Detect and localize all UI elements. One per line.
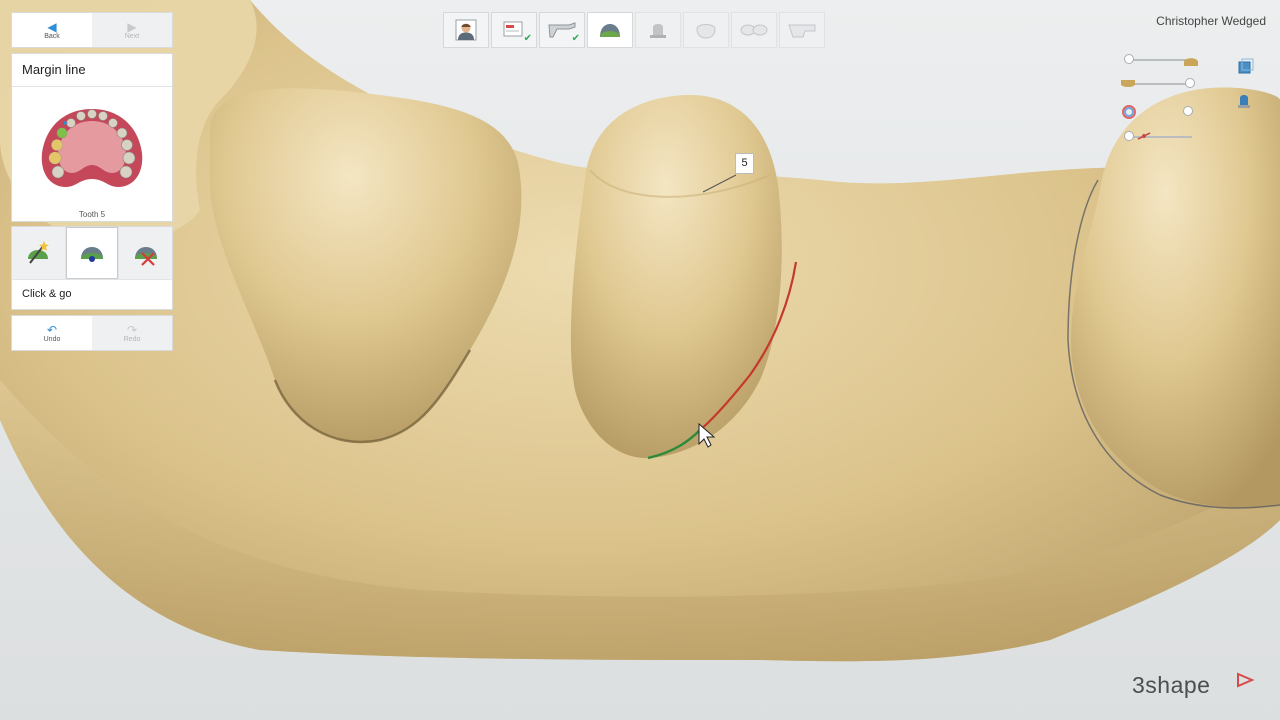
- delete-margin-icon: [134, 247, 157, 266]
- workflow-step-export[interactable]: [780, 13, 824, 47]
- step-panel: Margin line Tooth 5: [12, 54, 172, 221]
- die-icon: [650, 24, 666, 38]
- redo-button[interactable]: ↷ Redo: [92, 316, 172, 350]
- next-label: Next: [124, 32, 140, 40]
- magic-wand-icon: [28, 241, 50, 264]
- brand-logo: 3shape: [1132, 672, 1211, 698]
- click-and-go-icon: [81, 247, 103, 262]
- export-icon: [788, 24, 816, 38]
- die-view-icon[interactable]: [1235, 91, 1253, 109]
- workflow-step-die[interactable]: [636, 13, 680, 47]
- workflow-step-margin[interactable]: [588, 13, 632, 47]
- user-name[interactable]: Christopher Wedged: [1156, 14, 1266, 28]
- model-upper-icon: [1184, 58, 1198, 66]
- bridge-icon: [740, 24, 768, 36]
- view-cube-icon[interactable]: [1236, 58, 1254, 76]
- margin-tools-panel: Click & go: [12, 227, 173, 309]
- redo-label: Redo: [123, 335, 141, 343]
- tool-mode-label: Click & go: [22, 288, 72, 300]
- navigation-bar: ◀ Back ▶ Next: [12, 13, 172, 47]
- 3d-viewport[interactable]: 5: [0, 0, 1280, 720]
- patient-photo-icon: [455, 19, 477, 41]
- model-lower-icon: [1121, 80, 1135, 87]
- jaw-overview-icon[interactable]: [38, 103, 146, 193]
- workflow-step-bridge[interactable]: [732, 13, 776, 47]
- next-button[interactable]: ▶ Next: [92, 13, 172, 47]
- workflow-step-crown[interactable]: [684, 13, 728, 47]
- back-button[interactable]: ◀ Back: [12, 13, 92, 47]
- crown-icon: [696, 24, 716, 39]
- workflow-step-order[interactable]: ✔: [492, 13, 536, 47]
- delete-margin-tool-button[interactable]: [119, 227, 173, 279]
- dental-model[interactable]: [0, 0, 1280, 720]
- workflow-step-scan[interactable]: ✔: [540, 13, 584, 47]
- check-icon: ✔: [571, 33, 580, 44]
- margin-line-icon: [600, 24, 620, 37]
- click-and-go-tool-button[interactable]: [65, 227, 120, 279]
- undo-icon: ↶: [46, 322, 58, 337]
- undo-label: Undo: [43, 335, 61, 343]
- clipping-plane-icon: [1137, 132, 1151, 140]
- color-toggle-knob[interactable]: [1184, 107, 1192, 115]
- antagonist-opacity-slider[interactable]: [1128, 77, 1194, 91]
- undo-button[interactable]: ↶ Undo: [12, 316, 92, 350]
- color-wheel-icon[interactable]: [1120, 103, 1138, 121]
- redo-icon: ↷: [126, 322, 138, 337]
- back-label: Back: [44, 32, 60, 40]
- check-icon: ✔: [523, 33, 532, 44]
- brand-triangle-icon: [1237, 672, 1254, 688]
- workflow-bar: ✔ ✔: [444, 13, 824, 47]
- arrow-left-icon: ◀: [47, 19, 57, 34]
- history-bar: ↶ Undo ↷ Redo: [12, 316, 172, 350]
- step-title: Margin line: [12, 54, 172, 87]
- workflow-step-patient[interactable]: [444, 13, 488, 47]
- tooth-number-label: 5: [736, 154, 753, 173]
- auto-detect-tool-button[interactable]: [12, 227, 66, 279]
- selected-tooth-label: Tooth 5: [78, 210, 106, 219]
- arrow-right-icon: ▶: [127, 19, 137, 34]
